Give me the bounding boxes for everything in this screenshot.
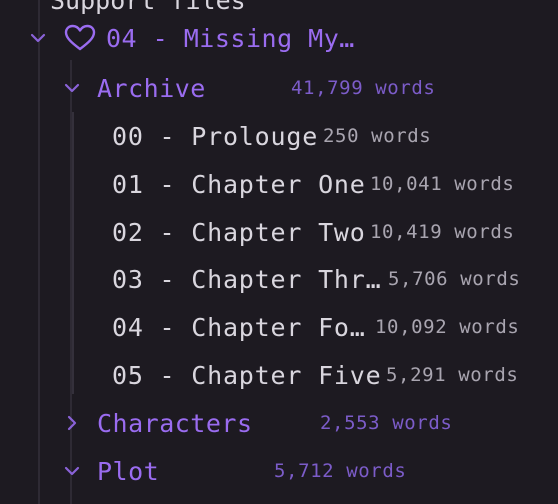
tree-item-document[interactable]: 01 - Chapter One 10,041 words xyxy=(0,164,558,204)
tree-item-document[interactable]: 04 - Chapter Fo… 10,092 words xyxy=(0,307,558,347)
tree-item-document[interactable]: 02 - Chapter Two 10,419 words xyxy=(0,212,558,252)
document-word-count: 5,291 words xyxy=(386,364,519,386)
chevron-down-icon[interactable] xyxy=(63,462,81,480)
archive-word-count: 41,799 words xyxy=(291,77,436,99)
plot-word-count: 5,712 words xyxy=(274,460,407,482)
clipped-tree-item[interactable]: Support files xyxy=(50,0,246,15)
document-word-count: 10,041 words xyxy=(370,173,515,195)
plot-label: Plot xyxy=(97,456,160,486)
file-tree-panel: Support files 04 - Missing My… Archive 4… xyxy=(0,0,558,504)
chevron-down-icon[interactable] xyxy=(63,79,81,97)
tree-item-document[interactable]: 00 - Prolouge 250 words xyxy=(0,116,558,156)
document-label: 05 - Chapter Five xyxy=(112,360,382,390)
archive-label: Archive xyxy=(97,73,206,103)
tree-item-document[interactable]: 05 - Chapter Five 5,291 words xyxy=(0,355,558,395)
heart-icon xyxy=(64,24,96,52)
tree-item-project[interactable]: 04 - Missing My… xyxy=(0,18,558,58)
characters-word-count: 2,553 words xyxy=(320,412,453,434)
characters-label: Characters xyxy=(97,408,253,438)
document-word-count: 5,706 words xyxy=(388,268,521,290)
document-label: 02 - Chapter Two xyxy=(112,217,366,247)
chevron-right-icon[interactable] xyxy=(63,414,81,432)
document-label: 00 - Prolouge xyxy=(112,121,319,151)
chevron-down-icon[interactable] xyxy=(29,29,47,47)
tree-item-characters[interactable]: Characters 2,553 words xyxy=(0,403,558,443)
tree-item-archive[interactable]: Archive 41,799 words xyxy=(0,68,558,108)
document-label: 01 - Chapter One xyxy=(112,169,366,199)
tree-item-plot[interactable]: Plot 5,712 words xyxy=(0,451,558,491)
tree-item-document[interactable]: 03 - Chapter Thr… 5,706 words xyxy=(0,259,558,299)
project-label: 04 - Missing My… xyxy=(106,23,355,53)
document-word-count: 10,419 words xyxy=(370,221,515,243)
document-word-count: 250 words xyxy=(323,125,432,147)
document-word-count: 10,092 words xyxy=(375,316,520,338)
document-label: 04 - Chapter Fo… xyxy=(112,312,366,342)
document-label: 03 - Chapter Thr… xyxy=(112,264,382,294)
